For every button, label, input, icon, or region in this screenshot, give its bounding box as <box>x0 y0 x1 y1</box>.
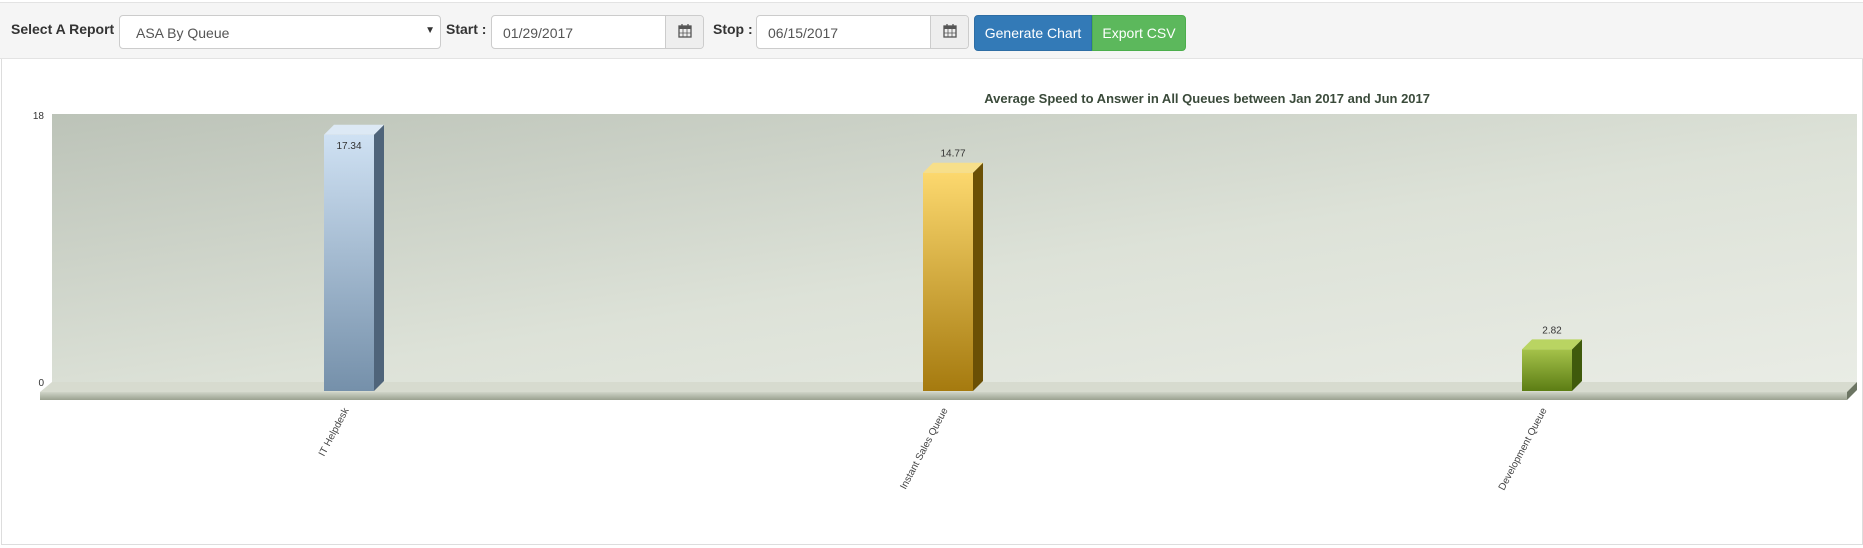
x-tick-label-2: Development Queue <box>1497 406 1550 493</box>
bar-2 <box>1522 349 1572 391</box>
x-tick-label-1: Instant Sales Queue <box>898 406 950 492</box>
data-label-0: 17.34 <box>336 141 361 152</box>
data-label-1: 14.77 <box>940 149 965 160</box>
chart-title-text: Average Speed to Answer in All Queues be… <box>984 91 1430 106</box>
bar-side-0 <box>374 124 384 392</box>
bar-1 <box>923 172 973 391</box>
y-tick-min: 0 <box>38 378 44 389</box>
chart-title: Average Speed to Answer in All Queues be… <box>0 91 1430 106</box>
bar-top-0 <box>324 124 384 135</box>
bar-0 <box>324 134 374 391</box>
bar-top-1 <box>923 162 983 173</box>
x-tick-label-0: IT Helpdesk <box>317 405 352 458</box>
data-label-2: 2.82 <box>1542 325 1562 336</box>
bar-side-1 <box>973 162 983 391</box>
bar-chart: 18 0 17.34 IT Helpdesk 14.77 Instant Sales … <box>33 111 1857 493</box>
bar-top-2 <box>1522 339 1582 350</box>
y-tick-max: 18 <box>33 111 45 122</box>
plot-floor-front <box>40 392 1847 400</box>
